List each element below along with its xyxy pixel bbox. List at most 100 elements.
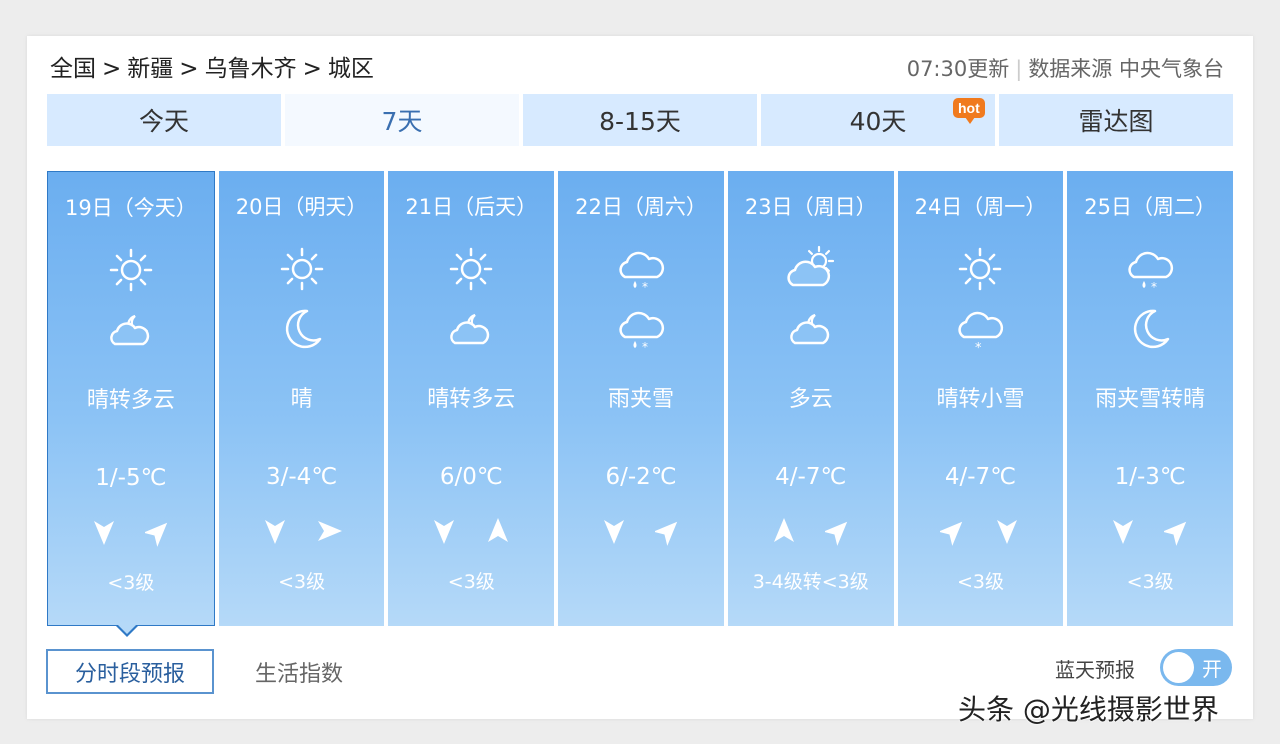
- sun-icon: [450, 247, 493, 291]
- breadcrumb-district: 城区: [327, 56, 374, 82]
- life-index-tab[interactable]: 生活指数: [255, 656, 343, 688]
- sun-icon: [959, 247, 1002, 291]
- weather-description: 晴转小雪: [936, 387, 1025, 412]
- day-card[interactable]: 22日（周六） * * 雨夹雪 6/-2℃: [558, 171, 724, 626]
- tab-40-days[interactable]: 40天 hot: [761, 94, 995, 146]
- wind-level: 3-4级转<3级: [752, 571, 869, 593]
- forecast-tabs: 今天 7天 8-15天 40天 hot 雷达图: [47, 94, 1233, 146]
- sleet-icon: *: [619, 251, 665, 294]
- svg-text:*: *: [975, 341, 982, 355]
- sleet-icon: *: [1128, 251, 1174, 294]
- wind-east-icon: [317, 521, 342, 541]
- moon-icon: [285, 309, 321, 349]
- wind-north-icon: [1113, 520, 1134, 544]
- moon-icon: [1134, 309, 1170, 349]
- cloud-moon-icon: [110, 314, 150, 346]
- temperature-range: 3/-4℃: [266, 464, 338, 490]
- wind-directions: [48, 517, 214, 547]
- hourly-forecast-tab[interactable]: 分时段预报: [46, 649, 214, 694]
- snow-icon: *: [958, 311, 1004, 355]
- blue-sky-toggle[interactable]: 开: [1160, 649, 1232, 686]
- weather-description: 晴: [290, 387, 313, 412]
- weather-description: 雨夹雪: [608, 387, 675, 412]
- wind-level: <3级: [107, 572, 155, 594]
- temperature-range: 4/-7℃: [944, 464, 1017, 490]
- sun-icon: [109, 248, 153, 292]
- day-date: 23日（周日）: [744, 195, 877, 219]
- day-card[interactable]: 19日（今天） 晴转多云 1/-5℃ <3级: [47, 171, 215, 626]
- day-date: 22日（周六）: [575, 195, 707, 219]
- day-date: 21日（后天）: [405, 195, 538, 219]
- day-card[interactable]: 21日（后天） 晴转多云 6/0℃ <3级: [388, 171, 555, 626]
- hot-badge: hot: [953, 98, 985, 124]
- day-card[interactable]: 24日（周一） * 晴转小雪 4/-7℃ <3级: [897, 171, 1064, 626]
- wind-northwest-icon: [655, 521, 678, 546]
- sun-icon: [280, 247, 323, 291]
- tab-label: 7天: [381, 107, 423, 136]
- breadcrumb-separator: >: [102, 56, 122, 82]
- wind-directions: [728, 516, 894, 546]
- tab-radar[interactable]: 雷达图: [999, 94, 1233, 146]
- update-time: 07:30更新: [906, 57, 1010, 81]
- wind-north-icon: [997, 520, 1018, 544]
- wind-northwest-icon: [144, 522, 168, 547]
- svg-text:*: *: [642, 280, 648, 294]
- day-card[interactable]: 25日（周二） * 雨夹雪转晴 1/-3℃ <3级: [1067, 171, 1234, 626]
- wind-directions: [388, 516, 554, 546]
- temperature-range: 4/-7℃: [775, 464, 847, 490]
- tab-7-days[interactable]: 7天: [285, 94, 519, 146]
- data-source: 数据来源 中央气象台: [1028, 57, 1224, 81]
- wind-north-icon: [264, 520, 285, 544]
- breadcrumb-country[interactable]: 全国: [50, 56, 96, 82]
- toggle-text: 开: [1202, 657, 1222, 681]
- wind-south-icon: [773, 518, 794, 542]
- wind-northwest-icon: [824, 521, 847, 546]
- day-date: 19日（今天）: [64, 196, 197, 220]
- temperature-range: 1/-3℃: [1114, 464, 1186, 490]
- blue-sky-label: 蓝天预报: [1055, 658, 1135, 682]
- wind-level: <3级: [956, 571, 1004, 593]
- day-card[interactable]: 23日（周日） 多云 4/-7℃ 3-4级转<3级: [727, 171, 894, 626]
- wind-northwest-icon: [1164, 521, 1187, 546]
- cloud-moon-icon: [450, 313, 490, 345]
- temperature-range: 6/0℃: [439, 464, 503, 490]
- day-date: 25日（周二）: [1084, 195, 1217, 219]
- tab-8-15-days[interactable]: 8-15天: [523, 94, 757, 146]
- breadcrumb-separator: >: [302, 56, 322, 82]
- breadcrumb-separator: >: [179, 56, 199, 82]
- svg-text:*: *: [1151, 280, 1157, 294]
- wind-north-icon: [604, 520, 625, 544]
- svg-text:*: *: [642, 340, 648, 354]
- wind-directions: [558, 516, 724, 546]
- tab-label: 今天: [138, 107, 189, 136]
- temperature-range: 1/-5℃: [95, 465, 167, 491]
- cloud-moon-icon: [789, 313, 829, 345]
- wind-northwest-icon: [940, 521, 963, 546]
- wind-south-icon: [488, 518, 509, 542]
- breadcrumb-city[interactable]: 乌鲁木齐: [205, 56, 297, 82]
- weather-description: 雨夹雪转晴: [1095, 387, 1206, 412]
- tab-label: 40天: [849, 107, 907, 136]
- wind-level: <3级: [278, 571, 326, 593]
- toggle-knob: [1163, 652, 1194, 683]
- weather-description: 晴转多云: [86, 388, 175, 413]
- wind-north-icon: [93, 521, 114, 545]
- tab-label: 8-15天: [599, 107, 681, 136]
- breadcrumb: 全国 > 新疆 > 乌鲁木齐 > 城区: [50, 54, 374, 84]
- divider: |: [1015, 57, 1023, 81]
- hourly-forecast-label: 分时段预报: [74, 661, 185, 687]
- temperature-range: 6/-2℃: [605, 464, 677, 490]
- weather-description: 多云: [788, 387, 833, 412]
- day-card[interactable]: 20日（明天） 晴 3/-4℃ <3级: [218, 171, 385, 626]
- cloud-sun-icon: [787, 245, 834, 287]
- wind-level: <3级: [447, 571, 495, 593]
- wind-directions: [219, 516, 385, 546]
- watermark: 头条 @光线摄影世界: [958, 693, 1219, 726]
- update-info: 07:30更新 | 数据来源 中央气象台: [907, 54, 1224, 84]
- day-date: 24日（周一）: [914, 195, 1047, 219]
- breadcrumb-province[interactable]: 新疆: [127, 56, 173, 82]
- selected-day-pointer: [116, 625, 138, 637]
- day-date: 20日（明天）: [235, 195, 368, 219]
- tab-label: 雷达图: [1078, 107, 1154, 136]
- tab-today[interactable]: 今天: [47, 94, 281, 146]
